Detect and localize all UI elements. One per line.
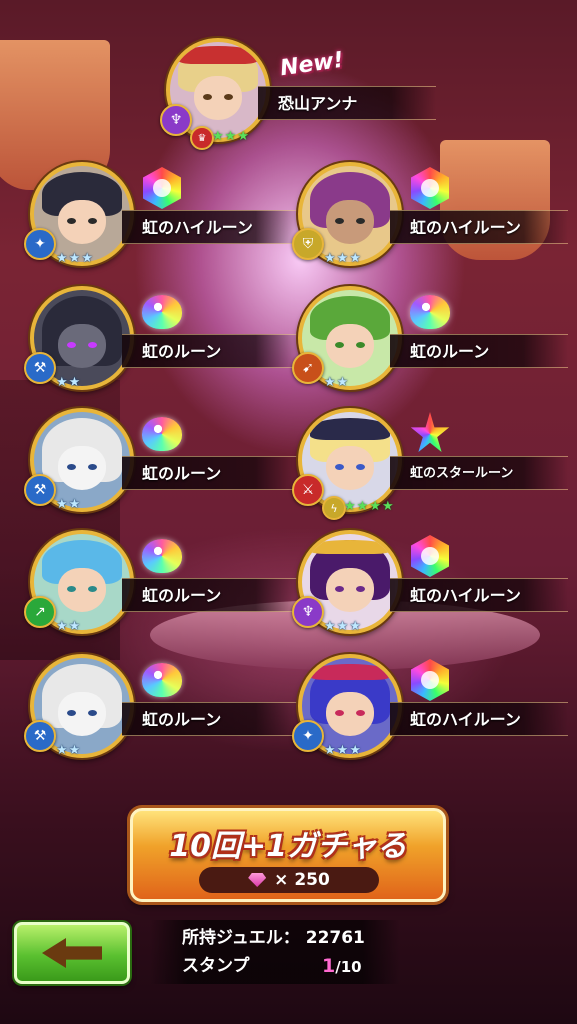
item-name: 虹のハイルーン <box>390 210 568 244</box>
gem-icon <box>248 873 267 887</box>
currency-info-panel: 所持ジュエル： 22761 スタンプ 1/10 <box>150 920 400 984</box>
rarity-stars: ★ ★ ★ <box>324 619 361 634</box>
rarity-stars: ★ ★ ★ <box>324 743 361 758</box>
item-name: 虹のルーン <box>122 578 300 612</box>
shield-icon: ⛨ <box>292 228 324 260</box>
item-name: 虹のルーン <box>122 334 300 368</box>
bow-icon: ➹ <box>292 352 324 384</box>
cane-icon: ♆ <box>292 596 324 628</box>
stamp-label: スタンプ <box>182 956 250 976</box>
jewel-value: 22761 <box>305 928 365 948</box>
sword-icon: ⚔ <box>292 474 324 506</box>
item-name: 虹のハイルーン <box>390 702 568 736</box>
blob-rune-icon <box>142 414 182 454</box>
character-name: 恐山アンナ <box>258 86 436 120</box>
whirlwind-icon: ✦ <box>292 720 324 752</box>
gacha-cost: × 250 <box>199 867 379 893</box>
jewel-label: 所持ジュエル： <box>182 928 300 948</box>
hex-rune-icon <box>142 167 182 209</box>
result-card[interactable]: ↗ ★ ★ 虹のルーン <box>24 530 310 640</box>
blob-rune-icon <box>410 292 450 332</box>
rarity-stars: ★ ★ ★ <box>324 251 361 266</box>
back-button[interactable] <box>14 922 130 984</box>
gacha-cost-value: × 250 <box>274 870 330 890</box>
result-card[interactable]: ♆ ★ ★ ★ 虹のハイルーン <box>292 530 577 640</box>
rarity-stars: ★ ★ <box>56 619 81 634</box>
result-card[interactable]: ⚒ ★ ★ 虹のルーン <box>24 408 310 518</box>
star-rune-icon <box>410 412 450 454</box>
item-name: 虹のスタールーン <box>390 456 568 490</box>
hex-rune-icon <box>410 167 450 209</box>
rarity-stars: ★ ★ ★ <box>56 251 93 266</box>
back-arrow-icon <box>42 938 102 968</box>
result-card[interactable]: ⛨ ★ ★ ★ 虹のハイルーン <box>292 162 577 272</box>
gacha-10-plus-1-button[interactable]: 10回+1ガチャる × 250 <box>130 808 446 902</box>
whirlwind-icon: ✦ <box>24 228 56 260</box>
blob-rune-icon <box>142 660 182 700</box>
cane-icon: ♆ <box>160 104 192 136</box>
rarity-stars: ★ ★ ★ ★ <box>344 499 394 514</box>
new-badge: New! <box>278 47 346 82</box>
rarity-stars: ★ ★ <box>324 375 349 390</box>
rarity-stars: ★ ★ <box>56 497 81 512</box>
result-card[interactable]: ✦ ★ ★ ★ 虹のハイルーン <box>24 162 310 272</box>
result-card[interactable]: ✦ ★ ★ ★ 虹のハイルーン <box>292 654 577 764</box>
stamp-max: /10 <box>335 958 362 976</box>
item-name: 虹のルーン <box>390 334 568 368</box>
featured-character-card[interactable]: ♆ ♛ ★ ★ ★ 恐山アンナ New! <box>160 38 446 150</box>
jewel-row: 所持ジュエル： 22761 <box>182 924 365 952</box>
blob-rune-icon <box>142 536 182 576</box>
result-card[interactable]: ⚒ ★ ★ 虹のルーン <box>24 654 310 764</box>
item-name: 虹のルーン <box>122 702 300 736</box>
item-name: 虹のルーン <box>122 456 300 490</box>
axe-icon: ⚒ <box>24 352 56 384</box>
lightning-icon: ϟ <box>322 496 346 520</box>
spear-icon: ↗ <box>24 596 56 628</box>
result-card[interactable]: ➹ ★ ★ 虹のルーン <box>292 286 577 396</box>
stamp-current: 1 <box>322 955 336 977</box>
axe-icon: ⚒ <box>24 720 56 752</box>
rarity-stars: ★ ★ <box>56 743 81 758</box>
rarity-stars: ★ ★ <box>56 375 81 390</box>
gacha-button-label: 10回+1ガチャる <box>169 829 407 864</box>
hex-rune-icon <box>410 659 450 701</box>
stamp-row: スタンプ 1/10 <box>182 952 382 980</box>
crown-icon: ♛ <box>190 126 214 150</box>
axe-icon: ⚒ <box>24 474 56 506</box>
item-name: 虹のハイルーン <box>390 578 568 612</box>
result-card[interactable]: ⚔ ϟ ★ ★ ★ ★ 虹のスタールーン <box>292 408 577 520</box>
hex-rune-icon <box>410 535 450 577</box>
rarity-stars: ★ ★ ★ <box>212 129 249 144</box>
item-name: 虹のハイルーン <box>122 210 300 244</box>
blob-rune-icon <box>142 292 182 332</box>
result-card[interactable]: ⚒ ★ ★ 虹のルーン <box>24 286 310 396</box>
